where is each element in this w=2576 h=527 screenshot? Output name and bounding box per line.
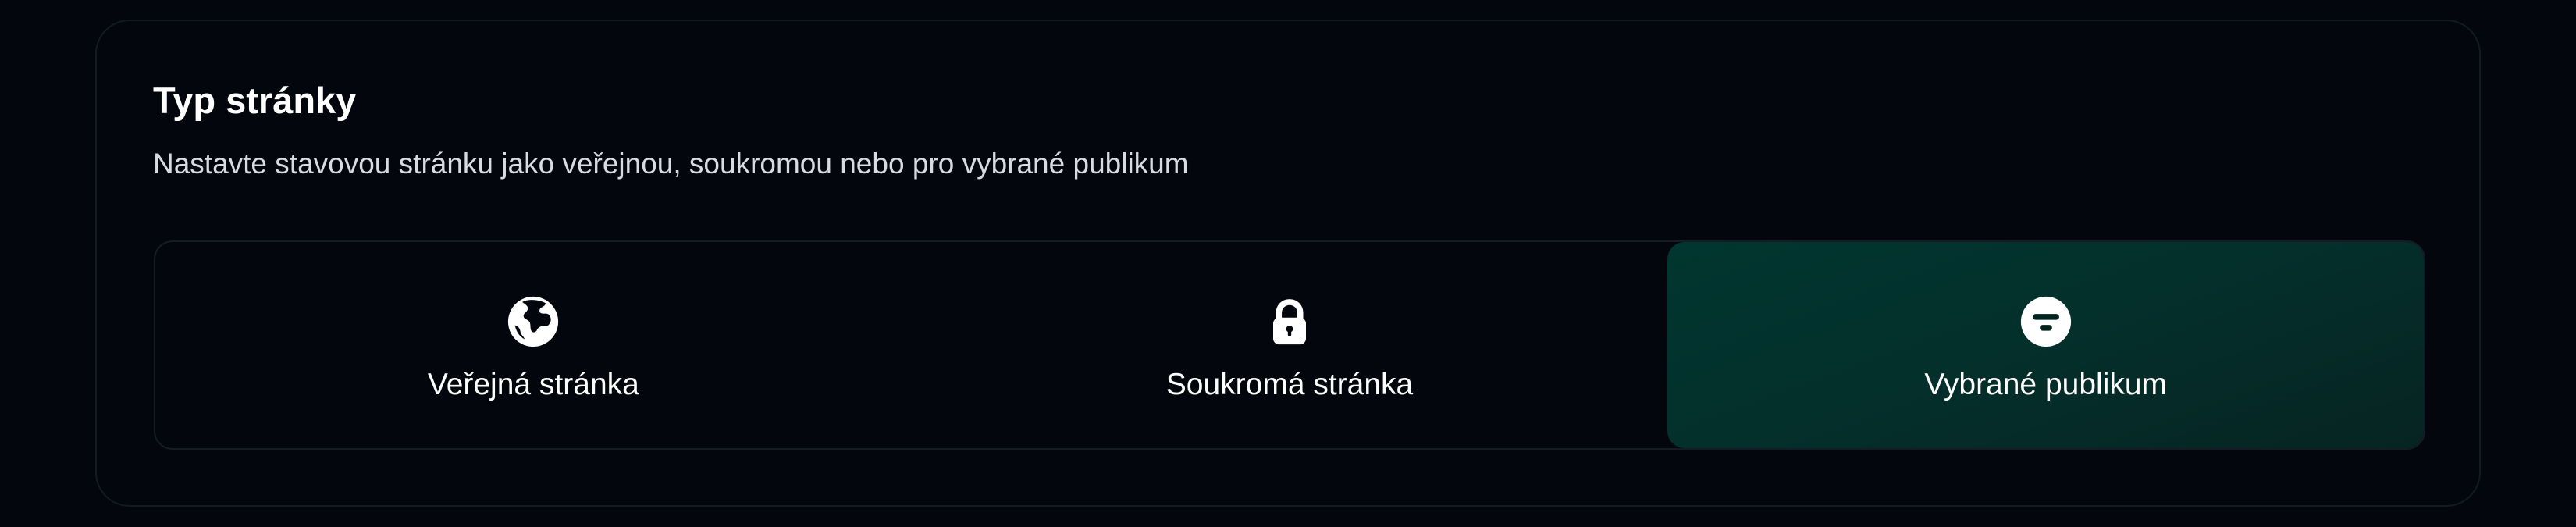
- option-label: Vybrané publikum: [1924, 368, 2168, 401]
- globe-icon: [508, 296, 559, 347]
- option-selected-audience[interactable]: Vybrané publikum: [1667, 242, 2424, 448]
- option-private-page[interactable]: Soukromá stránka: [912, 242, 1668, 448]
- page-type-selector: Veřejná stránka Soukromá stránka Vybrané…: [154, 240, 2425, 450]
- page-type-card: Typ stránky Nastavte stavovou stránku ja…: [95, 20, 2481, 507]
- section-title: Typ stránky: [153, 80, 357, 121]
- filter-icon: [2020, 296, 2071, 347]
- lock-icon: [1273, 299, 1306, 345]
- option-public-page[interactable]: Veřejná stránka: [155, 242, 912, 448]
- option-label: Veřejná stránka: [427, 368, 639, 401]
- option-label: Soukromá stránka: [1165, 368, 1414, 401]
- section-subtitle: Nastavte stavovou stránku jako veřejnou,…: [153, 148, 1189, 180]
